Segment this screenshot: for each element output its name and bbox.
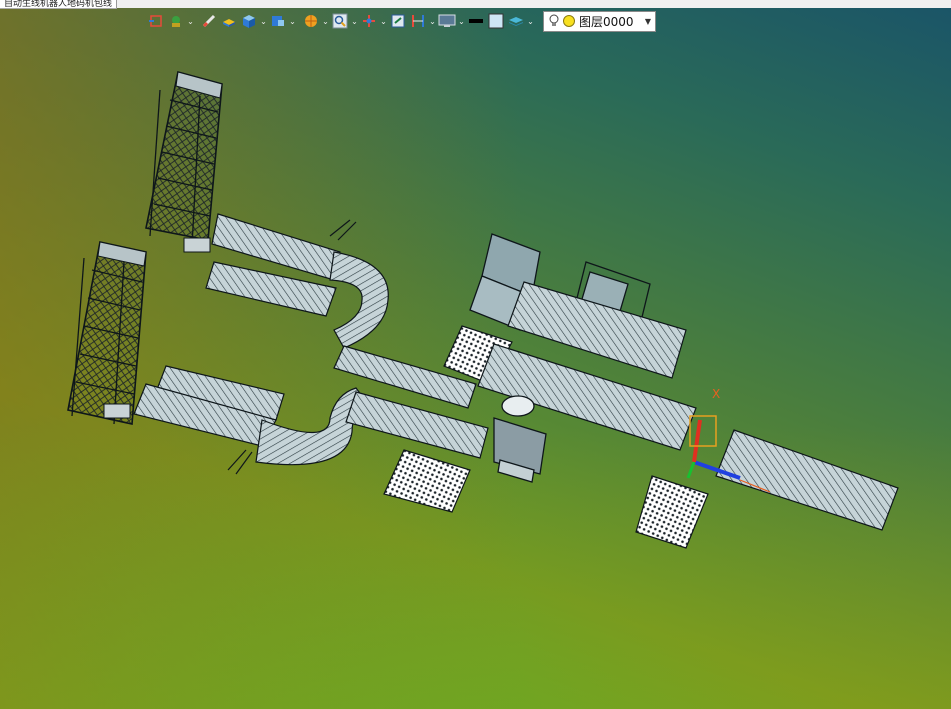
- cube-icon[interactable]: [239, 10, 259, 32]
- view-toolbar: ⌄ ⌄ ⌄ ⌄ ⌄ ⌄ ⌄ ⌄ ⌄ 图层0000 ▼: [146, 9, 656, 33]
- chevron-down-icon[interactable]: ⌄: [259, 10, 268, 32]
- chevron-down-icon[interactable]: ⌄: [457, 10, 466, 32]
- render-icon[interactable]: [301, 10, 321, 32]
- layer-dropdown[interactable]: 图层0000 ▼: [543, 10, 656, 32]
- axis-icon[interactable]: [359, 10, 379, 32]
- storage-rack-lower[interactable]: [67, 241, 147, 425]
- chevron-down-icon[interactable]: ▼: [645, 17, 651, 26]
- layer-color-icon: [563, 15, 575, 27]
- view-orient-icon[interactable]: [146, 10, 166, 32]
- robot-arm[interactable]: [493, 395, 547, 483]
- snap-tool-icon[interactable]: [166, 10, 186, 32]
- chevron-down-icon[interactable]: ⌄: [428, 10, 437, 32]
- axis-label-x: X: [712, 387, 720, 401]
- block-icon[interactable]: [219, 10, 239, 32]
- zoom-icon[interactable]: [330, 10, 350, 32]
- layer-stack-icon[interactable]: [506, 10, 526, 32]
- document-tab[interactable]: 自动生线机器人地码机包线: [0, 0, 118, 9]
- layer-name: 图层0000: [579, 14, 634, 29]
- fill-color-icon[interactable]: [486, 10, 506, 32]
- line-color-icon[interactable]: [466, 10, 486, 32]
- chevron-down-icon[interactable]: ⌄: [321, 10, 330, 32]
- section-icon[interactable]: [408, 10, 428, 32]
- storage-rack-upper[interactable]: [145, 71, 223, 253]
- monitor-icon[interactable]: [437, 10, 457, 32]
- lightbulb-icon[interactable]: [548, 14, 560, 28]
- chevron-down-icon[interactable]: ⌄: [186, 10, 195, 32]
- main-conveyor-line[interactable]: [477, 281, 899, 549]
- pen-icon[interactable]: [199, 10, 219, 32]
- document-tab-strip: [0, 0, 951, 8]
- conveyor-line-model[interactable]: X: [0, 0, 951, 709]
- chevron-down-icon[interactable]: ⌄: [288, 10, 297, 32]
- upper-conveyor[interactable]: [205, 213, 477, 409]
- cube-stack-icon[interactable]: [268, 10, 288, 32]
- export-icon[interactable]: [388, 10, 408, 32]
- 3d-viewport[interactable]: X: [0, 0, 951, 709]
- chevron-down-icon[interactable]: ⌄: [526, 10, 535, 32]
- chevron-down-icon[interactable]: ⌄: [350, 10, 359, 32]
- chevron-down-icon[interactable]: ⌄: [379, 10, 388, 32]
